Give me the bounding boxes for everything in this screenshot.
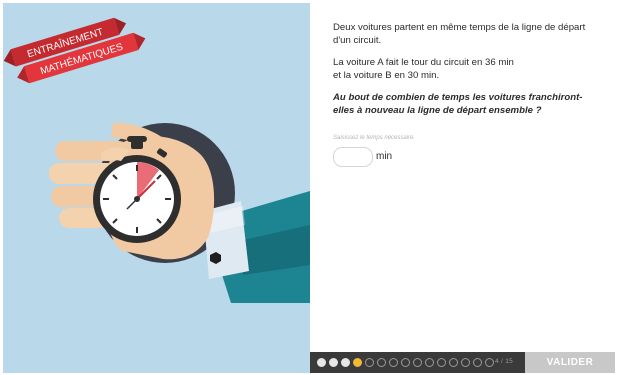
illustration-panel: ENTRAÎNEMENT MATHÉMATIQUES (3, 3, 310, 373)
progress-dot (413, 358, 422, 367)
answer-hint: Saisissez le temps nécessaire. (333, 135, 416, 141)
question-details-line-1: La voiture A fait le tour du circuit en … (333, 57, 514, 68)
question-intro: Deux voitures partent en même temps de l… (333, 22, 586, 46)
progress-dot (365, 358, 374, 367)
question-details-line-2: et la voiture B en 30 min. (333, 70, 440, 81)
answer-unit: min (376, 151, 393, 162)
progress-dot (401, 358, 410, 367)
progress-dot (317, 358, 326, 367)
progress-bar: 4 / 15 (310, 352, 525, 373)
progress-dot (341, 358, 350, 367)
progress-dot (461, 358, 470, 367)
progress-dot (353, 358, 362, 367)
progress-dot (425, 358, 434, 367)
question-prompt: Au bout de combien de temps les voitures… (333, 92, 583, 116)
progress-dots (317, 358, 494, 367)
exercise-frame: ENTRAÎNEMENT MATHÉMATIQUES Deux voitures… (3, 3, 615, 373)
progress-dot (389, 358, 398, 367)
progress-dot (473, 358, 482, 367)
progress-dot (329, 358, 338, 367)
progress-dot (449, 358, 458, 367)
question-details: La voiture A fait le tour du circuit en … (333, 56, 603, 82)
answer-input[interactable] (333, 147, 373, 167)
stopwatch-hand-icon (49, 122, 310, 303)
progress-dot (485, 358, 494, 367)
question-panel: Deux voitures partent en même temps de l… (310, 3, 615, 373)
progress-counter: 4 / 15 (495, 358, 514, 365)
footer-bar: 4 / 15 VALIDER (310, 352, 615, 373)
validate-button[interactable]: VALIDER (525, 352, 615, 373)
progress-dot (377, 358, 386, 367)
progress-dot (437, 358, 446, 367)
question-text: Deux voitures partent en même temps de l… (333, 21, 603, 126)
